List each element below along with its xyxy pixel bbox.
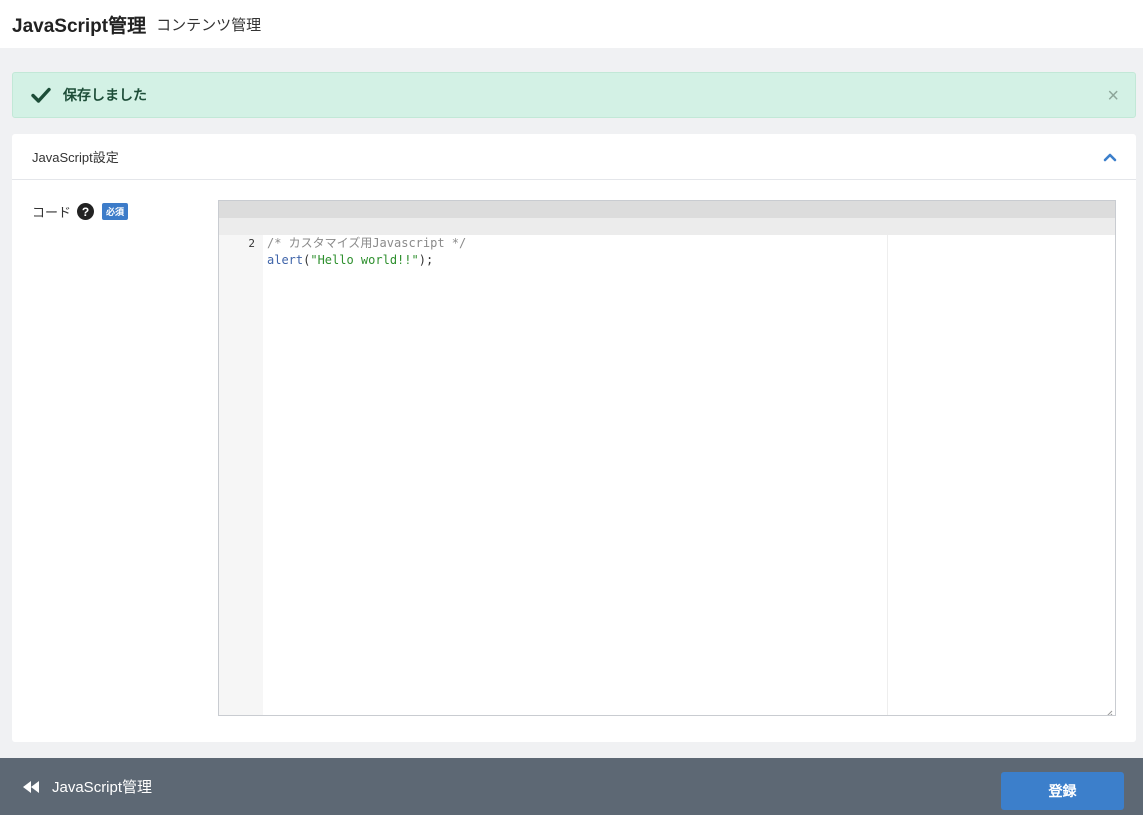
page-title: JavaScript管理 (12, 15, 147, 37)
editor-line[interactable]: 2 alert("Hello world!!"); (219, 218, 1115, 267)
code-editor[interactable]: 1 /* カスタマイズ用Javascript */ 2 alert("Hello… (218, 200, 1116, 716)
editor-line[interactable]: 1 /* カスタマイズ用Javascript */ (219, 201, 1115, 250)
code-comment: /* カスタマイズ用Javascript */ (267, 236, 467, 250)
resize-handle-icon[interactable] (1105, 705, 1113, 715)
line-number: 2 (248, 237, 255, 250)
back-link[interactable]: JavaScript管理 (22, 776, 152, 797)
alert-message: 保存しました (63, 87, 147, 103)
code-label-text: コード (32, 205, 72, 220)
register-button[interactable]: 登録 (1001, 772, 1124, 810)
required-badge: 必須 (102, 203, 129, 220)
code-function: alert (267, 253, 304, 267)
code-field-label: コード ? 必須 (32, 202, 129, 221)
code-paren-close: ); (418, 253, 434, 267)
page-subtitle: コンテンツ管理 (156, 16, 262, 34)
footer-bar: JavaScript管理 登録 (0, 758, 1143, 815)
close-icon[interactable]: × (1107, 86, 1119, 106)
print-margin (887, 201, 888, 715)
chevron-up-icon[interactable] (1102, 149, 1118, 165)
javascript-settings-panel: JavaScript設定 コード ? 必須 1 /* カスタマイズ用Javasc… (12, 134, 1136, 742)
panel-header[interactable]: JavaScript設定 (12, 134, 1136, 180)
backward-icon (22, 780, 40, 794)
code-string: "Hello world!!" (310, 253, 419, 267)
panel-title: JavaScript設定 (32, 150, 119, 165)
check-icon (31, 84, 53, 106)
success-alert: 保存しました × (12, 72, 1136, 118)
back-label: JavaScript管理 (52, 779, 153, 796)
page-header: JavaScript管理 コンテンツ管理 (0, 0, 1143, 48)
help-icon[interactable]: ? (77, 203, 95, 220)
